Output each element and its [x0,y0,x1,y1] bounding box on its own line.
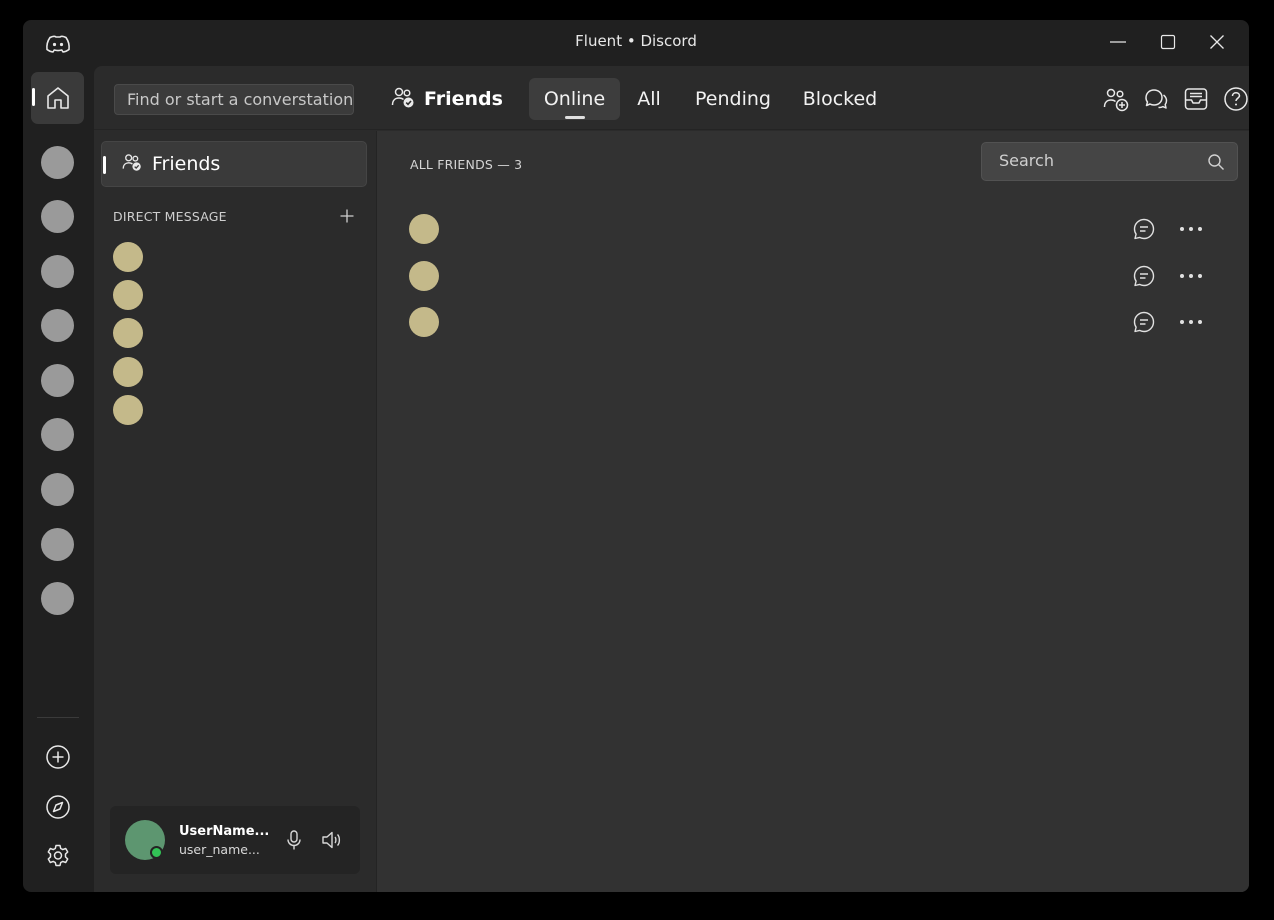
search-icon [1207,153,1225,171]
friend-row[interactable] [377,299,1249,345]
server-icon[interactable] [41,418,74,451]
server-icon[interactable] [41,364,74,397]
dm-avatar[interactable] [113,357,143,387]
dm-avatar[interactable] [113,242,143,272]
user-handle: user_name... [179,842,260,857]
dm-sidebar: Friends DIRECT MESSAGE UserName... user_… [94,131,377,892]
friends-count-header: ALL FRIENDS — 3 [410,157,523,172]
microphone-icon[interactable] [282,828,306,852]
add-server-icon[interactable] [44,743,72,771]
find-conversation-input[interactable]: Find or start a converstation [114,84,354,115]
close-button[interactable] [1197,28,1237,56]
more-options-icon[interactable] [1178,309,1204,335]
maximize-button[interactable] [1148,28,1188,56]
home-button[interactable] [31,72,84,124]
user-name: UserName... [179,824,270,839]
settings-icon[interactable] [44,842,72,870]
tab-online[interactable]: Online [529,78,620,120]
avatar [409,261,439,291]
friends-search-input[interactable]: Search [981,142,1238,181]
server-rail [23,66,94,892]
header-friends-title: Friends [391,85,503,113]
home-indicator [32,88,35,106]
more-options-icon[interactable] [1178,216,1204,242]
speaker-icon[interactable] [319,828,343,852]
sidebar-item-friends[interactable]: Friends [101,141,367,187]
add-friend-icon[interactable] [1103,86,1129,112]
search-placeholder: Search [999,151,1054,170]
dm-avatar[interactable] [113,280,143,310]
tab-label: Blocked [802,88,878,110]
online-status-badge [150,846,163,859]
direct-message-header: DIRECT MESSAGE [113,209,227,224]
window-title: Fluent • Discord [575,32,697,50]
header-friends-label: Friends [424,88,503,110]
message-icon[interactable] [1131,309,1157,335]
tab-label: Online [543,88,606,110]
friends-list-panel: ALL FRIENDS — 3 Search [377,131,1249,892]
selected-indicator [103,156,106,174]
friend-row[interactable] [377,206,1249,252]
friend-row[interactable] [377,253,1249,299]
rail-divider [37,717,79,718]
avatar [409,307,439,337]
avatar [409,214,439,244]
server-icon[interactable] [41,200,74,233]
dm-avatar[interactable] [113,318,143,348]
title-bar: Fluent • Discord [23,20,1249,66]
add-dm-icon[interactable] [336,205,358,227]
help-icon[interactable] [1223,86,1249,112]
tab-label: All [637,88,661,110]
server-icon[interactable] [41,473,74,506]
server-icon[interactable] [41,146,74,179]
tab-pending[interactable]: Pending [688,78,778,120]
server-icon[interactable] [41,255,74,288]
friends-icon [122,152,142,176]
server-icon[interactable] [41,309,74,342]
tab-all[interactable]: All [630,78,668,120]
message-icon[interactable] [1131,263,1157,289]
sidebar-item-label: Friends [152,153,221,175]
message-icon[interactable] [1131,216,1157,242]
tab-label: Pending [695,88,771,110]
minimize-button[interactable] [1098,28,1138,56]
app-window: Fluent • Discord Find or start a convers… [23,20,1249,892]
tab-blocked[interactable]: Blocked [796,78,884,120]
friends-icon [391,85,415,113]
explore-icon[interactable] [44,793,72,821]
active-tab-indicator [564,116,585,119]
server-icon[interactable] [41,528,74,561]
dm-avatar[interactable] [113,395,143,425]
new-group-dm-icon[interactable] [1143,86,1169,112]
inbox-icon[interactable] [1183,86,1209,112]
more-options-icon[interactable] [1178,263,1204,289]
server-icon[interactable] [41,582,74,615]
user-panel: UserName... user_name... [110,806,360,874]
main-content: Find or start a converstation Friends On… [94,66,1249,892]
top-header: Find or start a converstation Friends On… [94,66,1249,130]
discord-logo-icon [44,34,72,54]
